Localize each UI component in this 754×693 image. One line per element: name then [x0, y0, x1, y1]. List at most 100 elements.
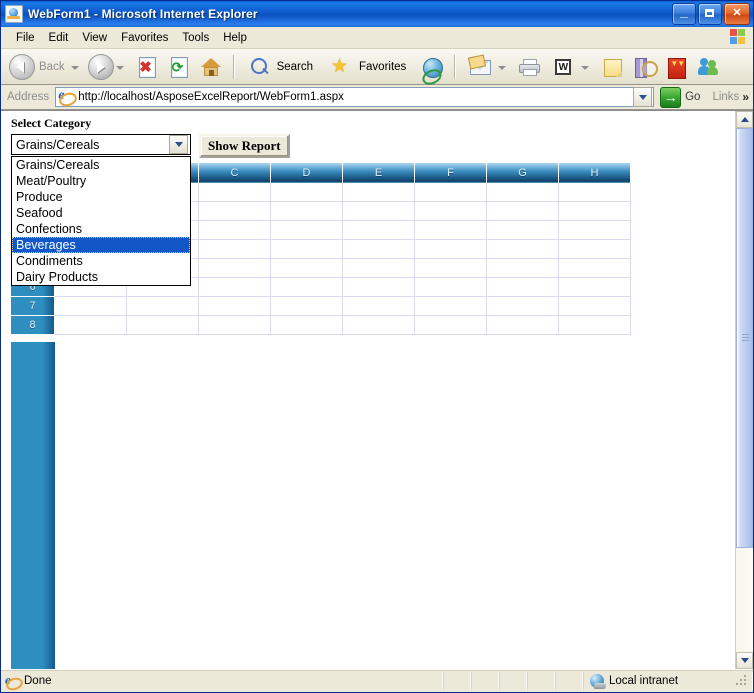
cell-a7[interactable]	[55, 297, 127, 316]
address-input[interactable]: e http://localhost/AsposeExcelReport/Web…	[55, 87, 655, 109]
print-button[interactable]	[517, 55, 541, 79]
cell-g5[interactable]	[487, 259, 559, 278]
cell-g3[interactable]	[487, 221, 559, 240]
menu-item-favorites[interactable]: Favorites	[114, 30, 175, 46]
dropdown-option-beverages[interactable]: Beverages	[12, 237, 190, 253]
close-button[interactable]: ✕	[724, 3, 750, 25]
dropdown-option-produce[interactable]: Produce	[12, 189, 190, 205]
cell-g6[interactable]	[487, 278, 559, 297]
category-select-arrow[interactable]	[169, 135, 188, 154]
forward-dropdown-icon[interactable]	[115, 65, 124, 70]
category-dropdown-list[interactable]: Grains/Cereals Meat/Poultry Produce Seaf…	[11, 156, 191, 286]
cell-h8[interactable]	[559, 316, 631, 335]
dropdown-option-meat-poultry[interactable]: Meat/Poultry	[12, 173, 190, 189]
security-zone-panel[interactable]: Local intranet	[583, 672, 753, 690]
maximize-button[interactable]	[698, 3, 722, 25]
menu-item-help[interactable]: Help	[216, 30, 254, 46]
cell-h3[interactable]	[559, 221, 631, 240]
row-header-7[interactable]: 7	[11, 297, 55, 316]
cell-f2[interactable]	[415, 202, 487, 221]
show-report-button[interactable]: Show Report	[199, 134, 290, 158]
dropdown-option-condiments[interactable]: Condiments	[12, 253, 190, 269]
cell-g8[interactable]	[487, 316, 559, 335]
scrollbar-thumb[interactable]	[736, 128, 753, 548]
cell-c1[interactable]	[199, 183, 271, 202]
cell-c4[interactable]	[199, 240, 271, 259]
cell-g7[interactable]	[487, 297, 559, 316]
cell-f3[interactable]	[415, 221, 487, 240]
dropdown-option-seafood[interactable]: Seafood	[12, 205, 190, 221]
edit-dropdown-icon[interactable]	[581, 65, 590, 70]
cell-h7[interactable]	[559, 297, 631, 316]
back-dropdown-icon[interactable]	[70, 65, 79, 70]
cell-e2[interactable]	[343, 202, 415, 221]
cell-h6[interactable]	[559, 278, 631, 297]
mail-dropdown-icon[interactable]	[498, 65, 507, 70]
cell-b8[interactable]	[127, 316, 199, 335]
cell-d7[interactable]	[271, 297, 343, 316]
cell-e1[interactable]	[343, 183, 415, 202]
cell-c8[interactable]	[199, 316, 271, 335]
minimize-button[interactable]: _	[672, 3, 696, 25]
cell-f5[interactable]	[415, 259, 487, 278]
mail-button[interactable]	[462, 53, 513, 80]
cell-c2[interactable]	[199, 202, 271, 221]
download-manager-button[interactable]	[664, 55, 688, 79]
resize-grip-icon[interactable]	[734, 673, 750, 689]
address-history-dropdown[interactable]	[633, 87, 653, 107]
dropdown-option-dairy-products[interactable]: Dairy Products	[12, 269, 190, 285]
links-label[interactable]: Links	[712, 91, 739, 103]
column-header-c[interactable]: C	[199, 163, 271, 183]
cell-e5[interactable]	[343, 259, 415, 278]
cell-g2[interactable]	[487, 202, 559, 221]
cell-d5[interactable]	[271, 259, 343, 278]
column-header-g[interactable]: G	[487, 163, 559, 183]
cell-d1[interactable]	[271, 183, 343, 202]
cell-e6[interactable]	[343, 278, 415, 297]
cell-h4[interactable]	[559, 240, 631, 259]
cell-c5[interactable]	[199, 259, 271, 278]
messenger-button[interactable]	[696, 55, 720, 79]
dropdown-option-confections[interactable]: Confections	[12, 221, 190, 237]
cell-f4[interactable]	[415, 240, 487, 259]
dropdown-option-grains-cereals[interactable]: Grains/Cereals	[12, 157, 190, 173]
menu-item-file[interactable]: File	[9, 30, 42, 46]
cell-e8[interactable]	[343, 316, 415, 335]
cell-d6[interactable]	[271, 278, 343, 297]
back-button[interactable]: Back	[7, 53, 86, 80]
cell-c6[interactable]	[199, 278, 271, 297]
vertical-scrollbar[interactable]	[735, 111, 753, 669]
cell-f6[interactable]	[415, 278, 487, 297]
refresh-button[interactable]: ⟳	[167, 55, 191, 79]
search-button[interactable]: Search	[241, 54, 323, 80]
cell-f7[interactable]	[415, 297, 487, 316]
cell-c3[interactable]	[199, 221, 271, 240]
column-header-e[interactable]: E	[343, 163, 415, 183]
cell-a8[interactable]	[55, 316, 127, 335]
favorites-button[interactable]: ★ Favorites	[323, 54, 416, 80]
cell-h5[interactable]	[559, 259, 631, 278]
double-chevron-icon[interactable]: »	[742, 90, 749, 104]
history-button[interactable]	[420, 55, 444, 79]
scrollbar-up-button[interactable]	[736, 111, 753, 128]
cell-f1[interactable]	[415, 183, 487, 202]
cell-h1[interactable]	[559, 183, 631, 202]
cell-d2[interactable]	[271, 202, 343, 221]
cell-g1[interactable]	[487, 183, 559, 202]
category-select[interactable]: Grains/Cereals	[11, 134, 191, 155]
forward-button[interactable]	[86, 53, 131, 80]
stop-button[interactable]: ✖	[135, 55, 159, 79]
scrollbar-down-button[interactable]	[736, 652, 753, 669]
cell-e3[interactable]	[343, 221, 415, 240]
edit-in-word-button[interactable]: W	[545, 54, 596, 80]
cell-d3[interactable]	[271, 221, 343, 240]
column-header-h[interactable]: H	[559, 163, 631, 183]
scrollbar-track[interactable]	[736, 128, 753, 652]
menu-item-tools[interactable]: Tools	[175, 30, 216, 46]
notes-button[interactable]	[600, 55, 624, 79]
cell-b7[interactable]	[127, 297, 199, 316]
cell-h2[interactable]	[559, 202, 631, 221]
cell-d8[interactable]	[271, 316, 343, 335]
row-header-8[interactable]: 8	[11, 316, 55, 335]
cell-d4[interactable]	[271, 240, 343, 259]
